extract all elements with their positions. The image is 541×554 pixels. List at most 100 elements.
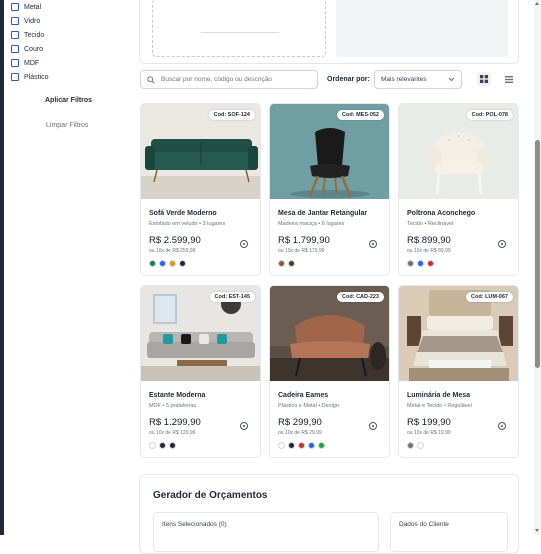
clear-filters-button[interactable]: Limpar Filtros: [46, 122, 88, 129]
color-swatch[interactable]: [159, 260, 166, 267]
scroll-up-arrow-icon[interactable]: [535, 2, 539, 5]
color-swatch[interactable]: [169, 442, 176, 449]
product-card[interactable]: Cod: CAD-223 Cadeira Eames Plástico e Me…: [269, 285, 390, 458]
color-swatch[interactable]: [278, 260, 285, 267]
product-name: Mesa de Jantar Retangular: [278, 210, 368, 217]
product-price: R$ 1.799,90: [278, 235, 330, 246]
product-card[interactable]: Cod: POL-078 Poltrona Aconchego Tecido •…: [398, 103, 519, 276]
product-installments: ou 10x de R$ 19,99: [407, 430, 451, 436]
color-swatch[interactable]: [179, 260, 186, 267]
material-filter-mdf[interactable]: MDF: [11, 59, 39, 67]
view-icon[interactable]: [240, 240, 248, 248]
client-data-box: Dados do Cliente: [390, 512, 508, 552]
product-installments: ou 10x de R$ 29,99: [278, 430, 322, 436]
checkbox[interactable]: [11, 3, 19, 11]
color-swatch[interactable]: [417, 442, 424, 449]
client-data-label: Dados do Cliente: [399, 521, 449, 528]
color-swatch[interactable]: [298, 442, 305, 449]
product-name: Luminária de Mesa: [407, 392, 471, 399]
grid-view-button[interactable]: [477, 72, 491, 86]
view-icon[interactable]: [369, 422, 377, 430]
material-filter-metal[interactable]: Metal: [11, 3, 41, 11]
search-box[interactable]: [140, 70, 318, 89]
color-swatch[interactable]: [417, 260, 424, 267]
quote-generator-panel: Gerador de Orçamentos Itens Selecionados…: [139, 474, 519, 554]
product-installments: ou 10x de R$ 129,99: [149, 430, 196, 436]
color-swatch[interactable]: [149, 260, 156, 267]
chevron-down-icon: [448, 77, 455, 82]
product-code-badge: Cod: MES-052: [337, 110, 384, 120]
grid-icon: [480, 75, 488, 83]
color-swatch[interactable]: [407, 442, 414, 449]
product-price: R$ 1.299,90: [149, 417, 201, 428]
product-name: Estante Moderna: [149, 392, 206, 399]
view-icon[interactable]: [240, 422, 248, 430]
product-code-badge: Cod: SOF-124: [208, 110, 255, 120]
product-description: Tecido • Reclinável: [407, 221, 454, 227]
product-code-badge: Cod: EST-145: [209, 292, 255, 302]
product-price: R$ 899,90: [407, 235, 451, 246]
product-installments: ou 10x de R$ 179,99: [278, 248, 325, 254]
color-swatch[interactable]: [427, 260, 434, 267]
scrollbar[interactable]: [534, 0, 541, 535]
color-swatch[interactable]: [149, 442, 156, 449]
color-swatches: [407, 442, 424, 449]
list-icon: [505, 75, 513, 83]
product-price: R$ 199,90: [407, 417, 451, 428]
product-name: Sofá Verde Moderno: [149, 210, 217, 217]
product-description: Estofado em veludo • 3 lugares: [149, 221, 226, 227]
search-input[interactable]: [161, 76, 311, 83]
checkbox[interactable]: [11, 31, 19, 39]
color-swatches: [278, 442, 325, 449]
product-description: Madeira maciça • 6 lugares: [278, 221, 345, 227]
selected-items-box: Itens Selecionados (0): [153, 512, 379, 552]
product-code-badge: Cod: LUM-067: [466, 292, 513, 302]
product-price: R$ 2.599,90: [149, 235, 201, 246]
image-dropzone[interactable]: [152, 0, 326, 57]
color-swatch[interactable]: [278, 442, 285, 449]
checkbox[interactable]: [11, 73, 19, 81]
color-swatch[interactable]: [407, 260, 414, 267]
product-name: Poltrona Aconchego: [407, 210, 476, 217]
color-swatch[interactable]: [308, 442, 315, 449]
material-filter-plastico[interactable]: Plástico: [11, 73, 49, 81]
view-icon[interactable]: [369, 240, 377, 248]
product-description: MDF • 5 prateleiras: [149, 403, 197, 409]
checkbox[interactable]: [11, 17, 19, 25]
product-card[interactable]: Cod: LUM-067 Luminária de Mesa Metal e T…: [398, 285, 519, 458]
product-card[interactable]: Cod: EST-145 Estante Moderna MDF • 5 pra…: [140, 285, 261, 458]
product-installments: ou 10x de R$ 89,99: [407, 248, 451, 254]
color-swatch[interactable]: [159, 442, 166, 449]
checkbox[interactable]: [11, 45, 19, 53]
product-installments: ou 10x de R$ 259,99: [149, 248, 196, 254]
filter-sidebar: Metal Vidro Tecido Couro MDF Plástico Ap…: [4, 0, 128, 535]
scroll-thumb[interactable]: [535, 140, 540, 368]
color-swatch[interactable]: [318, 442, 325, 449]
color-swatch[interactable]: [288, 442, 295, 449]
color-swatch[interactable]: [288, 260, 295, 267]
product-description: Metal e Tecido • Regulável: [407, 403, 472, 409]
list-view-button[interactable]: [502, 72, 516, 86]
color-swatches: [278, 260, 295, 267]
view-icon[interactable]: [498, 422, 506, 430]
checkbox[interactable]: [11, 59, 19, 67]
quote-title: Gerador de Orçamentos: [153, 490, 268, 501]
sort-select[interactable]: Mais relevantes: [374, 70, 462, 89]
search-icon: [147, 75, 155, 84]
product-name: Cadeira Eames: [278, 392, 329, 399]
apply-filters-button[interactable]: Aplicar Filtros: [45, 97, 92, 104]
view-icon[interactable]: [498, 240, 506, 248]
color-swatches: [149, 442, 176, 449]
scroll-down-arrow-icon[interactable]: [535, 529, 539, 532]
product-price: R$ 299,90: [278, 417, 322, 428]
material-filter-tecido[interactable]: Tecido: [11, 31, 44, 39]
product-card[interactable]: Cod: SOF-124 Sofá Verde Moderno Estofado…: [140, 103, 261, 276]
image-preview: [336, 0, 508, 57]
material-filter-vidro[interactable]: Vidro: [11, 17, 40, 25]
color-swatch[interactable]: [169, 260, 176, 267]
sort-label: Ordenar por:: [327, 76, 370, 83]
product-card[interactable]: Cod: MES-052 Mesa de Jantar Retangular M…: [269, 103, 390, 276]
product-code-badge: Cod: CAD-223: [337, 292, 384, 302]
material-filter-couro[interactable]: Couro: [11, 45, 43, 53]
main-content: Ordenar por: Mais relevantes Cod: SOF-12…: [128, 0, 534, 554]
